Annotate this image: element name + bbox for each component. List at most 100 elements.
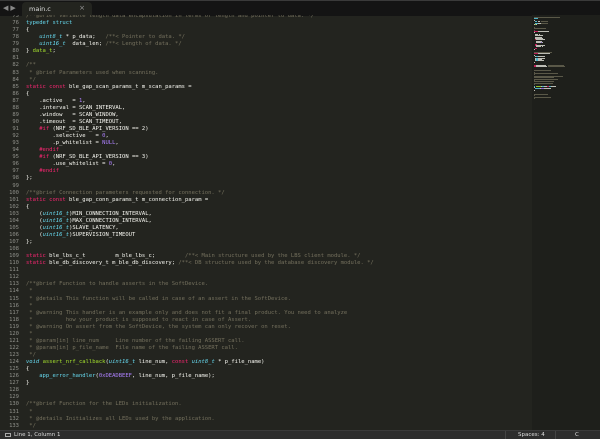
- code-token: ,: [82, 97, 86, 104]
- code-line: 91 #if (NRF_SD_BLE_API_VERSION == 2): [0, 126, 532, 133]
- minimap-line: [534, 70, 551, 72]
- code-line: 104 (uint16_t)MAX_CONNECTION_INTERVAL,: [0, 218, 532, 225]
- code-text: .interval = SCAN_INTERVAL,: [26, 105, 125, 112]
- code-token: /**@brief Function for the LEDs initiali…: [26, 401, 182, 408]
- line-number: 93: [12, 140, 19, 147]
- code-line: 108: [0, 246, 532, 253]
- code-text: .use_whitelist = 0,: [26, 161, 115, 168]
- code-token: ;: [52, 48, 56, 55]
- indentation-selector[interactable]: Spaces: 4: [518, 432, 545, 438]
- minimap-line: [541, 46, 543, 48]
- code-token: (NRF_SD_BLE_API_VERSION == 2): [49, 126, 149, 132]
- line-number: 122: [9, 344, 19, 351]
- code-text: /**@brief Function to handle asserts in …: [26, 281, 208, 288]
- code-token: (: [26, 224, 43, 231]
- code-text: */: [26, 423, 36, 430]
- code-token: * @param[in] line_num Line number of the…: [26, 337, 245, 344]
- code-text: static const ble_gap_scan_params_t m_sca…: [26, 84, 192, 91]
- code-token: #endif: [39, 147, 60, 154]
- code-line: 102 {: [0, 204, 532, 211]
- line-number: 90: [12, 118, 19, 125]
- code-line: 79 uint16_t data_len; /**< Length of dat…: [0, 41, 532, 48]
- code-token: {: [26, 90, 30, 97]
- code-line: 86 {: [0, 91, 532, 98]
- code-token: .selective =: [26, 133, 103, 140]
- panel-toggle-icon[interactable]: [5, 432, 11, 437]
- code-editor[interactable]: 75/**@brief Variable length data encapsu…: [0, 15, 532, 430]
- line-number: 86: [12, 90, 19, 97]
- code-text: *: [26, 288, 32, 295]
- code-token: }: [26, 380, 30, 387]
- code-line: 97 #endif: [0, 168, 532, 175]
- code-line: 119 * @warning On assert from the SoftDe…: [0, 324, 532, 331]
- close-tab-icon[interactable]: ×: [79, 4, 85, 12]
- code-token: NULL: [102, 140, 116, 147]
- code-line: 105 (uint16_t)SLAVE_LATENCY,: [0, 225, 532, 232]
- code-token: , line_num, p_file_name);: [131, 373, 215, 380]
- code-token: static: [26, 260, 46, 267]
- code-line: 129: [0, 394, 532, 401]
- code-token: typedef struct: [26, 20, 73, 27]
- code-text: .window = SCAN_WINDOW,: [26, 112, 118, 119]
- code-text: (uint16_t)MIN_CONNECTION_INTERVAL,: [26, 211, 152, 218]
- code-line: 94 #endif: [0, 147, 532, 154]
- line-number: 78: [12, 34, 19, 41]
- line-number: 120: [9, 330, 19, 337]
- code-token: /**@brief Function to handle asserts in …: [26, 281, 209, 288]
- code-token: uint16_t: [42, 217, 70, 224]
- code-token: */: [26, 352, 36, 358]
- code-text: {: [26, 366, 29, 373]
- minimap-line: [534, 73, 558, 74]
- tab-nav-arrows-icon[interactable]: ◀▶: [3, 4, 18, 12]
- code-token: )MIN_CONNECTION_INTERVAL,: [69, 210, 152, 217]
- code-token: data_t: [32, 48, 53, 55]
- line-number: 98: [12, 175, 19, 182]
- code-token: uint16_t: [42, 231, 70, 238]
- code-token: *: [26, 330, 33, 337]
- line-number: 130: [9, 401, 19, 408]
- minimap-line: [551, 85, 556, 87]
- code-text: } data_t;: [26, 48, 56, 55]
- minimap[interactable]: [532, 15, 600, 430]
- line-number: 101: [9, 196, 19, 203]
- code-text: *: [26, 408, 33, 416]
- code-line: 113 /**@brief Function to handle asserts …: [0, 281, 532, 288]
- code-line: 120 *: [0, 331, 532, 338]
- line-number: 108: [9, 246, 19, 253]
- minimap-line: [537, 31, 549, 32]
- code-token: (: [26, 217, 43, 224]
- code-line: 95 #if (NRF_SD_BLE_API_VERSION == 3): [0, 154, 532, 161]
- line-number: 103: [9, 210, 19, 217]
- line-number: 102: [9, 203, 19, 210]
- code-token: ,: [115, 140, 119, 147]
- code-line: 110 static ble_db_discovery_t m_ble_db_di…: [0, 260, 532, 267]
- code-text: uint16_t data_len; /**< Length of data. …: [26, 41, 181, 48]
- minimap-line: [537, 60, 544, 62]
- code-token: */: [26, 76, 36, 83]
- code-token: }: [26, 48, 33, 55]
- code-line: 76 typedef struct: [0, 20, 532, 27]
- code-line: 101 static const ble_gap_conn_params_t m_…: [0, 197, 532, 204]
- code-token: #endif: [39, 168, 60, 175]
- line-number: 76: [12, 20, 19, 27]
- code-token: .interval = SCAN_INTERVAL,: [26, 104, 126, 111]
- code-token: *: [26, 408, 33, 415]
- syntax-selector[interactable]: C: [575, 432, 579, 438]
- code-text: uint8_t * p_data; /**< Pointer to data. …: [26, 34, 185, 41]
- code-token: ,: [112, 161, 116, 168]
- code-token: .use_whitelist =: [26, 161, 109, 168]
- line-number: 110: [9, 260, 19, 267]
- minimap-line: [534, 94, 549, 95]
- code-token: ble_gap_conn_params_t m_connection_param…: [65, 196, 209, 203]
- line-number: 132: [9, 415, 19, 422]
- code-line: 118 * how your product is supposed to re…: [0, 317, 532, 324]
- code-text: #if (NRF_SD_BLE_API_VERSION == 3): [26, 154, 148, 161]
- code-line: 114 *: [0, 288, 532, 295]
- code-token: * @warning On assert from the SoftDevice…: [26, 323, 291, 330]
- line-number: 115: [9, 295, 19, 302]
- code-text: static ble_lbs_c_t m_ble_lbs_c; /**< Mai…: [26, 253, 360, 260]
- line-number: 133: [9, 422, 19, 429]
